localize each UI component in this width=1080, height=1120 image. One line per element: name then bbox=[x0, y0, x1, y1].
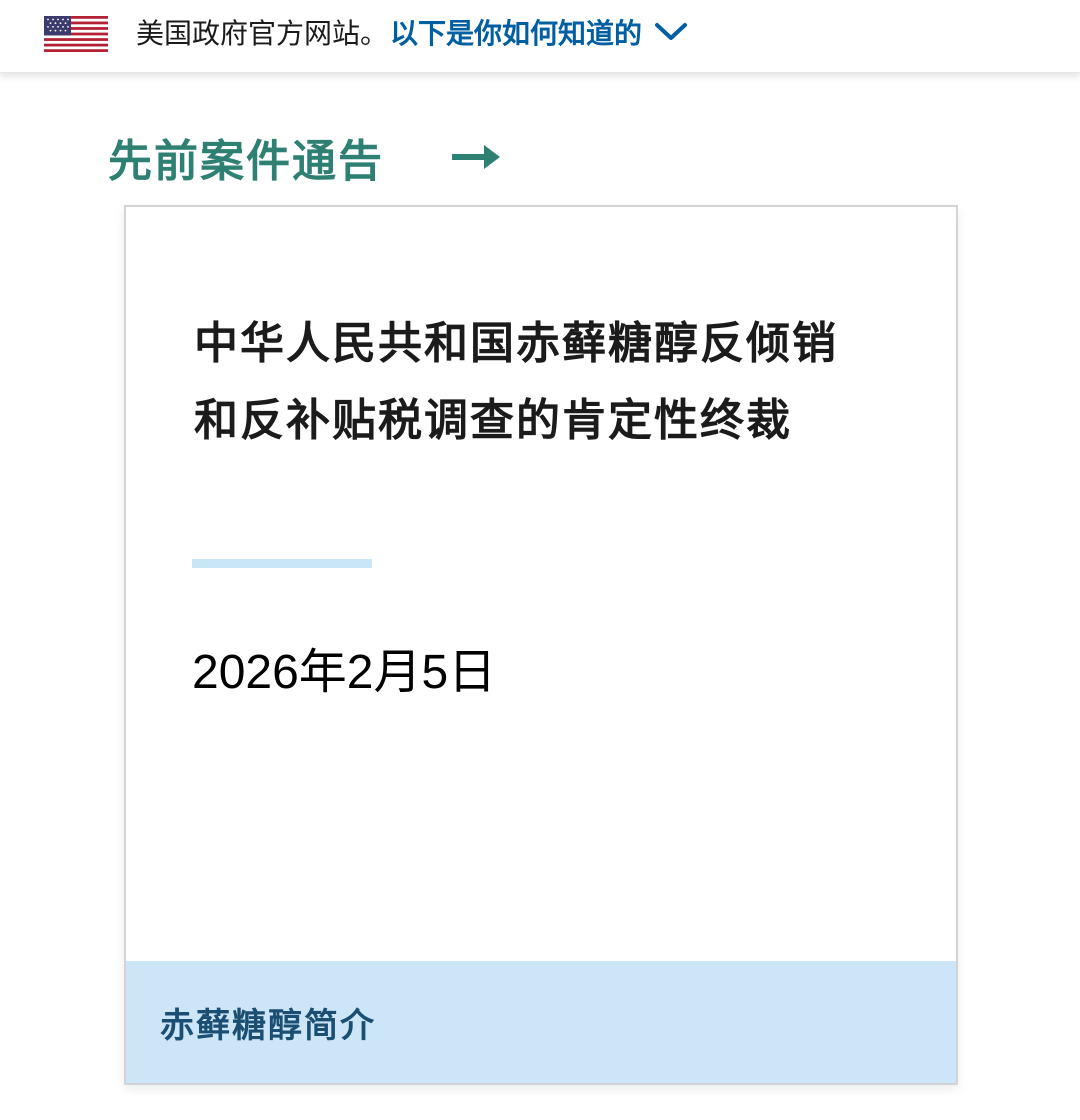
gov-banner: 美国政府官方网站。 以下是你如何知道的 bbox=[0, 0, 1080, 73]
banner-official-text: 美国政府官方网站。 bbox=[136, 17, 389, 50]
case-notice-card[interactable]: 中华人民共和国赤藓糖醇反倾销和反补贴税调查的肯定性终裁 2026年2月5日 赤藓… bbox=[124, 205, 958, 1085]
card-footer-link[interactable]: 赤藓糖醇简介 bbox=[126, 961, 956, 1083]
chevron-down-icon bbox=[655, 23, 688, 40]
previous-case-notices-link[interactable]: 先前案件通告 bbox=[108, 126, 502, 188]
card-date: 2026年2月5日 bbox=[192, 646, 497, 699]
card-title: 中华人民共和国赤藓糖醇反倾销和反补贴税调查的肯定性终裁 bbox=[194, 318, 838, 446]
arrow-right-icon bbox=[452, 145, 500, 169]
footer-link-label: 赤藓糖醇简介 bbox=[160, 1005, 376, 1046]
accent-divider bbox=[192, 559, 372, 568]
how-you-know-toggle[interactable]: 以下是你如何知道的 bbox=[390, 12, 688, 52]
us-flag-icon bbox=[44, 16, 108, 52]
banner-text-row: 美国政府官方网站。 以下是你如何知道的 bbox=[136, 12, 688, 52]
how-you-know-label: 以下是你如何知道的 bbox=[390, 17, 643, 50]
section-title: 先前案件通告 bbox=[108, 136, 384, 187]
